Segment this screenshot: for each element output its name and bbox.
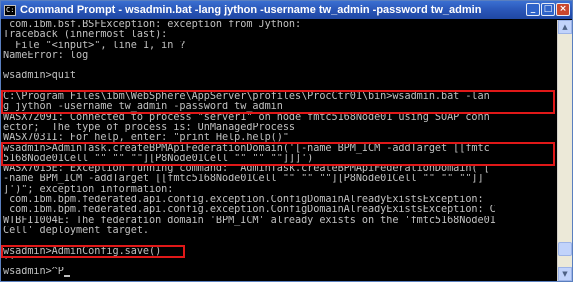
window-controls: _ □ ×	[525, 3, 570, 16]
console-line: -name BPM_ICM -addTarget [[fmtc5168Node0…	[3, 174, 484, 185]
console-line: File "<input>", line 1, in ?	[3, 40, 186, 51]
title-bar[interactable]: C:\ Command Prompt - wsadmin.bat -lang j…	[1, 1, 572, 19]
scrollbar-thumb[interactable]	[558, 242, 572, 256]
maximize-button[interactable]: □	[541, 3, 555, 16]
console-line: NameError: log	[3, 50, 89, 61]
console-line: wsadmin>quit	[3, 71, 77, 82]
close-button[interactable]: ×	[556, 3, 570, 16]
console-line: 5168Node01Cell "" "" ""][P8Node01Cell ""…	[3, 153, 314, 164]
window-title: Command Prompt - wsadmin.bat -lang jytho…	[20, 4, 482, 16]
minimize-button[interactable]: _	[526, 3, 540, 16]
console-line: Cell' deployment target.	[3, 225, 150, 236]
console-line: g jython -username tw_admin -password tw…	[3, 102, 283, 113]
vertical-scrollbar[interactable]: ▲ ▼	[557, 20, 572, 281]
console-line: WASX7015E: Exception running command: "A…	[3, 164, 490, 175]
console-line: com.ibm.bpm.federated.api.config.excepti…	[3, 205, 496, 216]
console-line: C:\Program Files\ibm\WebSphere\AppServer…	[3, 92, 490, 103]
console-line: ]')"; exception information:	[3, 184, 174, 195]
command-prompt-window: C:\ Command Prompt - wsadmin.bat -lang j…	[0, 0, 573, 282]
console-line: wsadmin>AdminTask.createBPMApiFederation…	[3, 143, 490, 154]
cmd-icon[interactable]: C:\	[4, 4, 16, 16]
console-line: wsadmin>AdminConfig.save()	[3, 246, 162, 257]
console-line: WASX7031I: For help, enter: "print Help.…	[3, 133, 289, 144]
console-line: ''	[3, 256, 16, 267]
console-line: WASX7209I: Connected to process "server1…	[3, 112, 490, 123]
console-line-text: wsadmin>^P	[3, 267, 64, 278]
console-line: WTBFI1004E: The federation domain 'BPM_I…	[3, 215, 496, 226]
console-line: Traceback (innermost last):	[3, 30, 168, 41]
scroll-up-arrow-icon[interactable]: ▲	[558, 20, 572, 34]
scroll-down-arrow-icon[interactable]: ▼	[558, 267, 572, 281]
console-line: com.ibm.bsf.BSFException: exception from…	[3, 20, 302, 30]
text-cursor	[63, 275, 70, 278]
console-prompt-line[interactable]: wsadmin>^P	[3, 267, 557, 278]
console-line: com.ibm.bpm.federated.api.config.excepti…	[3, 195, 484, 206]
console-line: ector; The type of process is: UnManaged…	[3, 122, 296, 133]
console-output[interactable]: com.ibm.bsf.BSFException: exception from…	[3, 20, 557, 281]
